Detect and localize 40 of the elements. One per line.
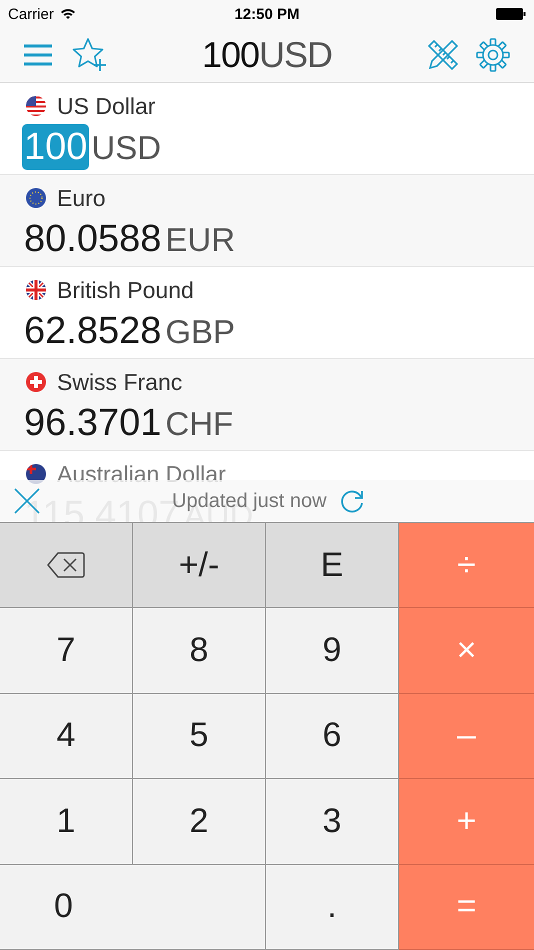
currency-code: USD: [91, 128, 162, 168]
refresh-icon[interactable]: [340, 489, 365, 513]
currency-name: Euro: [57, 184, 106, 212]
calculator-key[interactable]: +/-: [133, 523, 266, 608]
backspace-icon: [47, 552, 85, 578]
calculator-key[interactable]: 2: [133, 779, 266, 865]
currency-name: Australian Dollar: [57, 460, 226, 488]
status-time: 12:50 PM: [234, 6, 300, 22]
calculator-key[interactable]: 0: [0, 864, 266, 950]
currency-name: Swiss Franc: [57, 368, 182, 396]
amount-value[interactable]: 62.8528: [22, 308, 164, 354]
flag-icon: [26, 188, 46, 208]
flag-icon: [26, 96, 46, 116]
currency-code: GBP: [165, 312, 236, 352]
flag-icon: [26, 280, 46, 300]
settings-icon[interactable]: [476, 38, 510, 72]
calculator-key[interactable]: .: [266, 864, 399, 950]
carrier-name: Carrier: [8, 6, 54, 22]
currency-name: British Pound: [57, 276, 194, 304]
currency-code: EUR: [165, 220, 236, 260]
ruler-pencil-icon[interactable]: [426, 38, 460, 72]
menu-icon[interactable]: [24, 44, 52, 66]
calculator-key[interactable]: 3: [266, 779, 399, 865]
amount-value[interactable]: 80.0588: [22, 216, 164, 262]
calculator-key[interactable]: 4: [0, 694, 133, 780]
amount-value[interactable]: 96.3701: [22, 400, 164, 446]
currency-code: CHF: [165, 404, 234, 444]
calculator-key[interactable]: 6: [266, 694, 399, 780]
calculator-key[interactable]: E: [266, 523, 399, 608]
calculator-key[interactable]: 7: [0, 608, 133, 694]
backspace-key[interactable]: [0, 523, 133, 608]
title-amount: 100USD: [202, 34, 332, 76]
calculator-key[interactable]: 1: [0, 779, 133, 865]
calculator-key[interactable]: 5: [133, 694, 266, 780]
flag-icon: [26, 372, 46, 392]
calculator-key[interactable]: 8: [133, 608, 266, 694]
calculator-key[interactable]: 9: [266, 608, 399, 694]
wifi-icon: [60, 8, 76, 20]
currency-name: US Dollar: [57, 92, 156, 120]
battery-icon: [496, 8, 526, 20]
